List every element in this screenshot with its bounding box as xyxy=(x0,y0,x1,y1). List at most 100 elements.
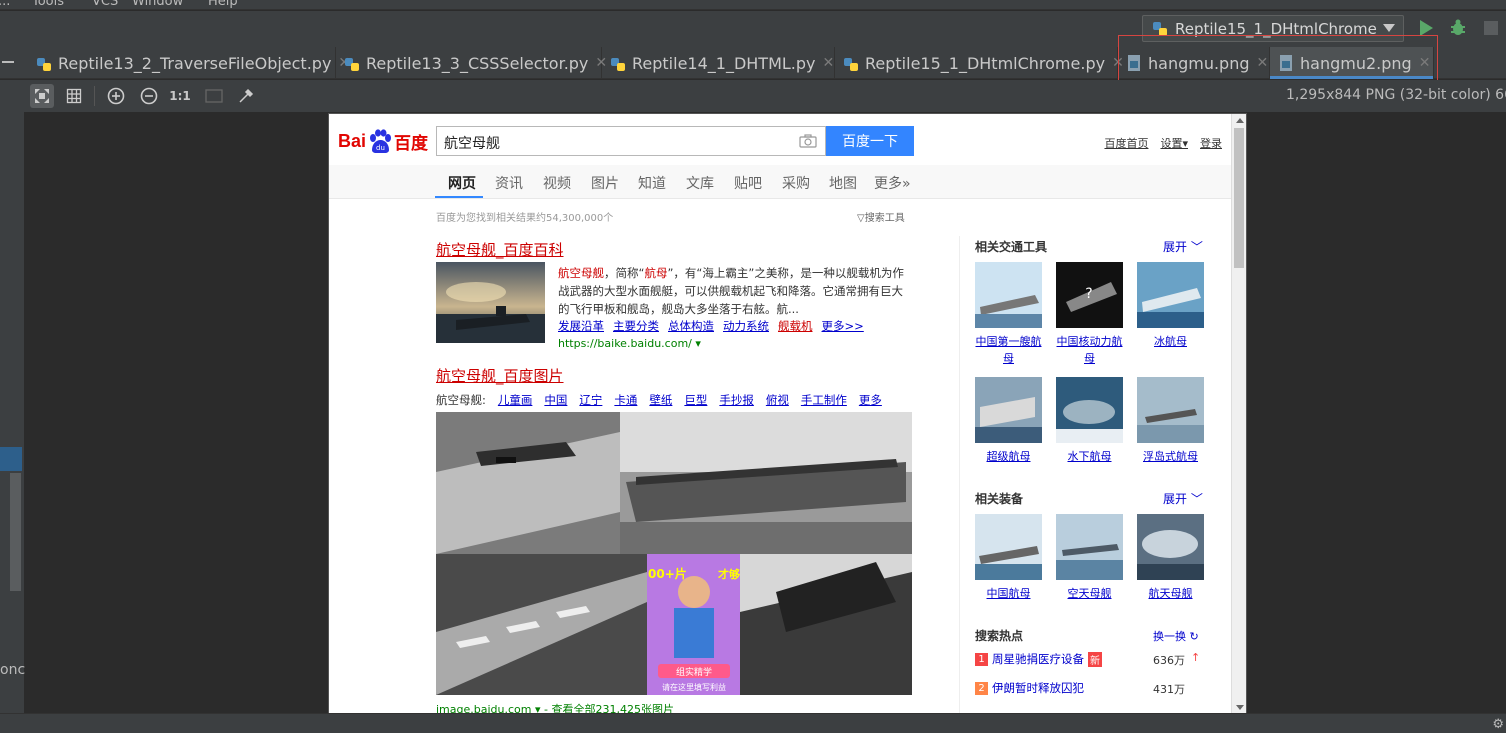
refresh-link[interactable]: 换一换 ↻ xyxy=(1153,628,1199,644)
stop-icon[interactable] xyxy=(1484,21,1498,35)
login-link[interactable]: 登录 xyxy=(1200,135,1222,151)
sublink-history[interactable]: 发展沿革 xyxy=(558,318,604,334)
image-gallery[interactable]: 00+片 才够 组实精学 请在这里填写利益 xyxy=(436,412,912,695)
nav-shopping[interactable]: 采购 xyxy=(782,173,810,193)
category-link[interactable]: 手抄报 xyxy=(719,392,754,408)
side-expand-link[interactable]: 展开 ﹀ xyxy=(1163,238,1203,255)
gear-icon[interactable]: ⚙ xyxy=(1492,717,1504,732)
tab-reptile14-1[interactable]: Reptile14_1_DHTML.py ✕ xyxy=(602,47,835,79)
scroll-thumb[interactable] xyxy=(1234,128,1244,268)
tab-reptile13-3[interactable]: Reptile13_3_CSSSelector.py ✕ xyxy=(336,47,607,79)
side-link[interactable]: 空天母舰 xyxy=(1056,585,1123,602)
home-link[interactable]: 百度首页 xyxy=(1104,135,1148,151)
side-thumb[interactable] xyxy=(975,377,1042,443)
hot-text: 伊朗暂时释放囚犯 xyxy=(992,681,1084,695)
result-title-baike[interactable]: 航空母舰_百度百科 xyxy=(436,239,564,260)
tab-reptile13-2[interactable]: Reptile13_2_TraverseFileObject.py ✕ xyxy=(28,47,350,79)
python-file-icon xyxy=(611,58,625,71)
scroll-down-icon[interactable] xyxy=(1236,705,1244,710)
side-link[interactable]: 冰航母 xyxy=(1137,333,1204,350)
side-link[interactable]: 浮岛式航母 xyxy=(1137,448,1204,465)
side-thumb[interactable] xyxy=(1137,262,1204,328)
category-link[interactable]: 俯视 xyxy=(766,392,789,408)
settings-link[interactable]: 设置▾ xyxy=(1160,135,1188,151)
close-icon[interactable]: ✕ xyxy=(823,55,835,71)
debug-icon[interactable] xyxy=(1450,19,1466,37)
image-canvas[interactable]: Bai du 百度 航空母舰 百度一下 百度首页 设置▾ 登录 网页 资讯 视频… xyxy=(328,113,1247,714)
image-scrollbar[interactable] xyxy=(1231,114,1246,713)
side-thumb[interactable] xyxy=(975,514,1042,580)
scrollbar[interactable] xyxy=(10,473,21,591)
side-link[interactable]: 中国核动力航母 xyxy=(1056,333,1123,367)
search-button[interactable]: 百度一下 xyxy=(826,126,914,156)
search-query-text: 航空母舰 xyxy=(444,136,500,152)
menu-item-help[interactable]: Help xyxy=(208,0,238,9)
nav-images[interactable]: 图片 xyxy=(591,173,619,193)
zoom-to-fit-icon[interactable] xyxy=(30,84,54,108)
side-link[interactable]: 水下航母 xyxy=(1056,448,1123,465)
sublink-power[interactable]: 动力系统 xyxy=(723,318,769,334)
nav-map[interactable]: 地图 xyxy=(829,173,857,193)
result-url[interactable]: https://baike.baidu.com/ ▾ xyxy=(558,337,701,350)
selection-marker xyxy=(0,447,22,471)
python-file-icon xyxy=(37,58,51,71)
sublink-aircraft[interactable]: 舰载机 xyxy=(778,318,813,334)
hot-count: 431万 xyxy=(1153,683,1185,696)
hot-item[interactable]: 1 周星驰捐医疗设备 新 xyxy=(975,651,1102,667)
category-link[interactable]: 中国 xyxy=(544,392,567,408)
sublink-structure[interactable]: 总体构造 xyxy=(668,318,714,334)
run-icon[interactable] xyxy=(1420,20,1433,36)
category-link[interactable]: 儿童画 xyxy=(498,392,533,408)
sublink-types[interactable]: 主要分类 xyxy=(613,318,659,334)
tab-reptile15-1[interactable]: Reptile15_1_DHtmlChrome.py ✕ xyxy=(835,47,1124,79)
menu-item-partial[interactable]: ... xyxy=(0,0,10,9)
carrier-thumbnail[interactable] xyxy=(436,262,545,343)
nav-more[interactable]: 更多» xyxy=(874,173,911,193)
menu-item-vcs[interactable]: VCS xyxy=(92,0,118,9)
nav-web[interactable]: 网页 xyxy=(448,173,476,193)
side-link[interactable]: 超级航母 xyxy=(975,448,1042,465)
nav-wenku[interactable]: 文库 xyxy=(686,173,714,193)
nav-news[interactable]: 资讯 xyxy=(495,173,523,193)
camera-icon[interactable] xyxy=(799,134,817,148)
side-link[interactable]: 中国第一艘航母 xyxy=(975,333,1042,367)
search-input[interactable]: 航空母舰 xyxy=(436,126,826,156)
menu-item-window[interactable]: Window xyxy=(132,0,183,9)
menu-item-tools[interactable]: Tools xyxy=(32,0,64,9)
color-picker-icon[interactable] xyxy=(234,84,258,108)
actual-size-button[interactable]: 1:1 xyxy=(168,84,192,108)
side-thumb[interactable] xyxy=(1137,377,1204,443)
background-icon[interactable] xyxy=(202,84,226,108)
category-link[interactable]: 手工制作 xyxy=(801,392,847,408)
zoom-out-icon[interactable] xyxy=(137,84,161,108)
category-link[interactable]: 壁纸 xyxy=(649,392,672,408)
nav-zhidao[interactable]: 知道 xyxy=(638,173,666,193)
side-expand-link[interactable]: 展开 ﹀ xyxy=(1163,490,1203,507)
zoom-in-icon[interactable] xyxy=(104,84,128,108)
side-thumb[interactable]: ? xyxy=(1056,262,1123,328)
result-title-images[interactable]: 航空母舰_百度图片 xyxy=(436,365,564,386)
side-thumb[interactable] xyxy=(975,262,1042,328)
side-thumb[interactable] xyxy=(1056,514,1123,580)
side-link[interactable]: 航天母舰 xyxy=(1137,585,1204,602)
hot-item[interactable]: 2 伊朗暂时释放囚犯 xyxy=(975,680,1084,696)
category-link[interactable]: 巨型 xyxy=(684,392,707,408)
baidu-logo[interactable]: Bai du 百度 xyxy=(338,126,428,156)
image-info: 1,295x844 PNG (32-bit color) 662. xyxy=(1286,87,1506,103)
left-tool-strip: onc xyxy=(0,80,25,713)
minimize-icon[interactable] xyxy=(2,61,14,63)
side-link[interactable]: 中国航母 xyxy=(975,585,1042,602)
side-thumb[interactable] xyxy=(1137,514,1204,580)
category-link[interactable]: 更多 xyxy=(859,392,882,408)
category-link[interactable]: 辽宁 xyxy=(579,392,602,408)
scroll-up-icon[interactable] xyxy=(1236,118,1244,123)
ad-text-bottom: 请在这里填写利益 xyxy=(662,682,726,692)
search-tools-link[interactable]: ▽搜索工具 xyxy=(857,209,905,224)
side-thumb[interactable] xyxy=(1056,377,1123,443)
tab-label: Reptile13_3_CSSSelector.py xyxy=(366,53,589,73)
sublink-more[interactable]: 更多>> xyxy=(822,318,864,334)
grid-icon[interactable] xyxy=(62,84,86,108)
category-link[interactable]: 卡通 xyxy=(614,392,637,408)
nav-video[interactable]: 视频 xyxy=(543,173,571,193)
nav-tieba[interactable]: 贴吧 xyxy=(734,173,762,193)
